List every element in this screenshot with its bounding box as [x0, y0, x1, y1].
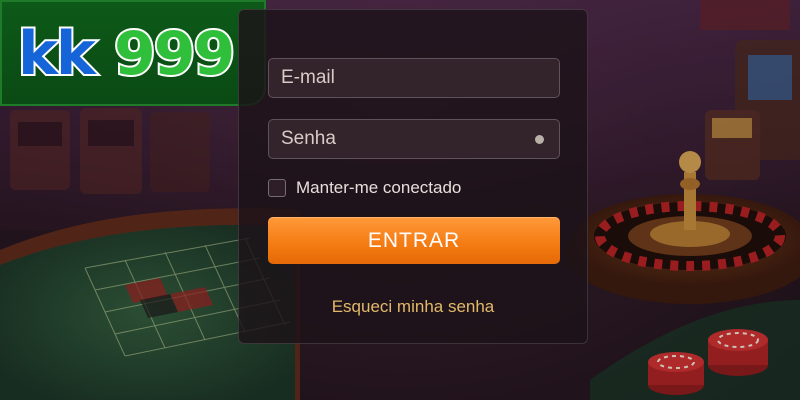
remember-me-label: Manter-me conectado	[296, 178, 462, 197]
login-button[interactable]: ENTRAR	[268, 217, 560, 264]
login-screen: kk 999 Manter-me conectado ENTRAR Esquec…	[0, 0, 800, 400]
remember-me-checkbox[interactable]	[268, 179, 286, 197]
forgot-password-link[interactable]: Esqueci minha senha	[239, 297, 587, 317]
logo-text-kk: kk	[16, 19, 98, 89]
brand-logo: kk 999	[0, 0, 266, 106]
email-field[interactable]	[268, 58, 560, 98]
password-visibility-icon[interactable]	[535, 135, 544, 144]
logo-text-999: 999	[112, 19, 237, 89]
login-form: Manter-me conectado ENTRAR Esqueci minha…	[238, 9, 588, 344]
remember-me-row[interactable]: Manter-me conectado	[268, 177, 461, 199]
password-field[interactable]	[268, 119, 560, 159]
